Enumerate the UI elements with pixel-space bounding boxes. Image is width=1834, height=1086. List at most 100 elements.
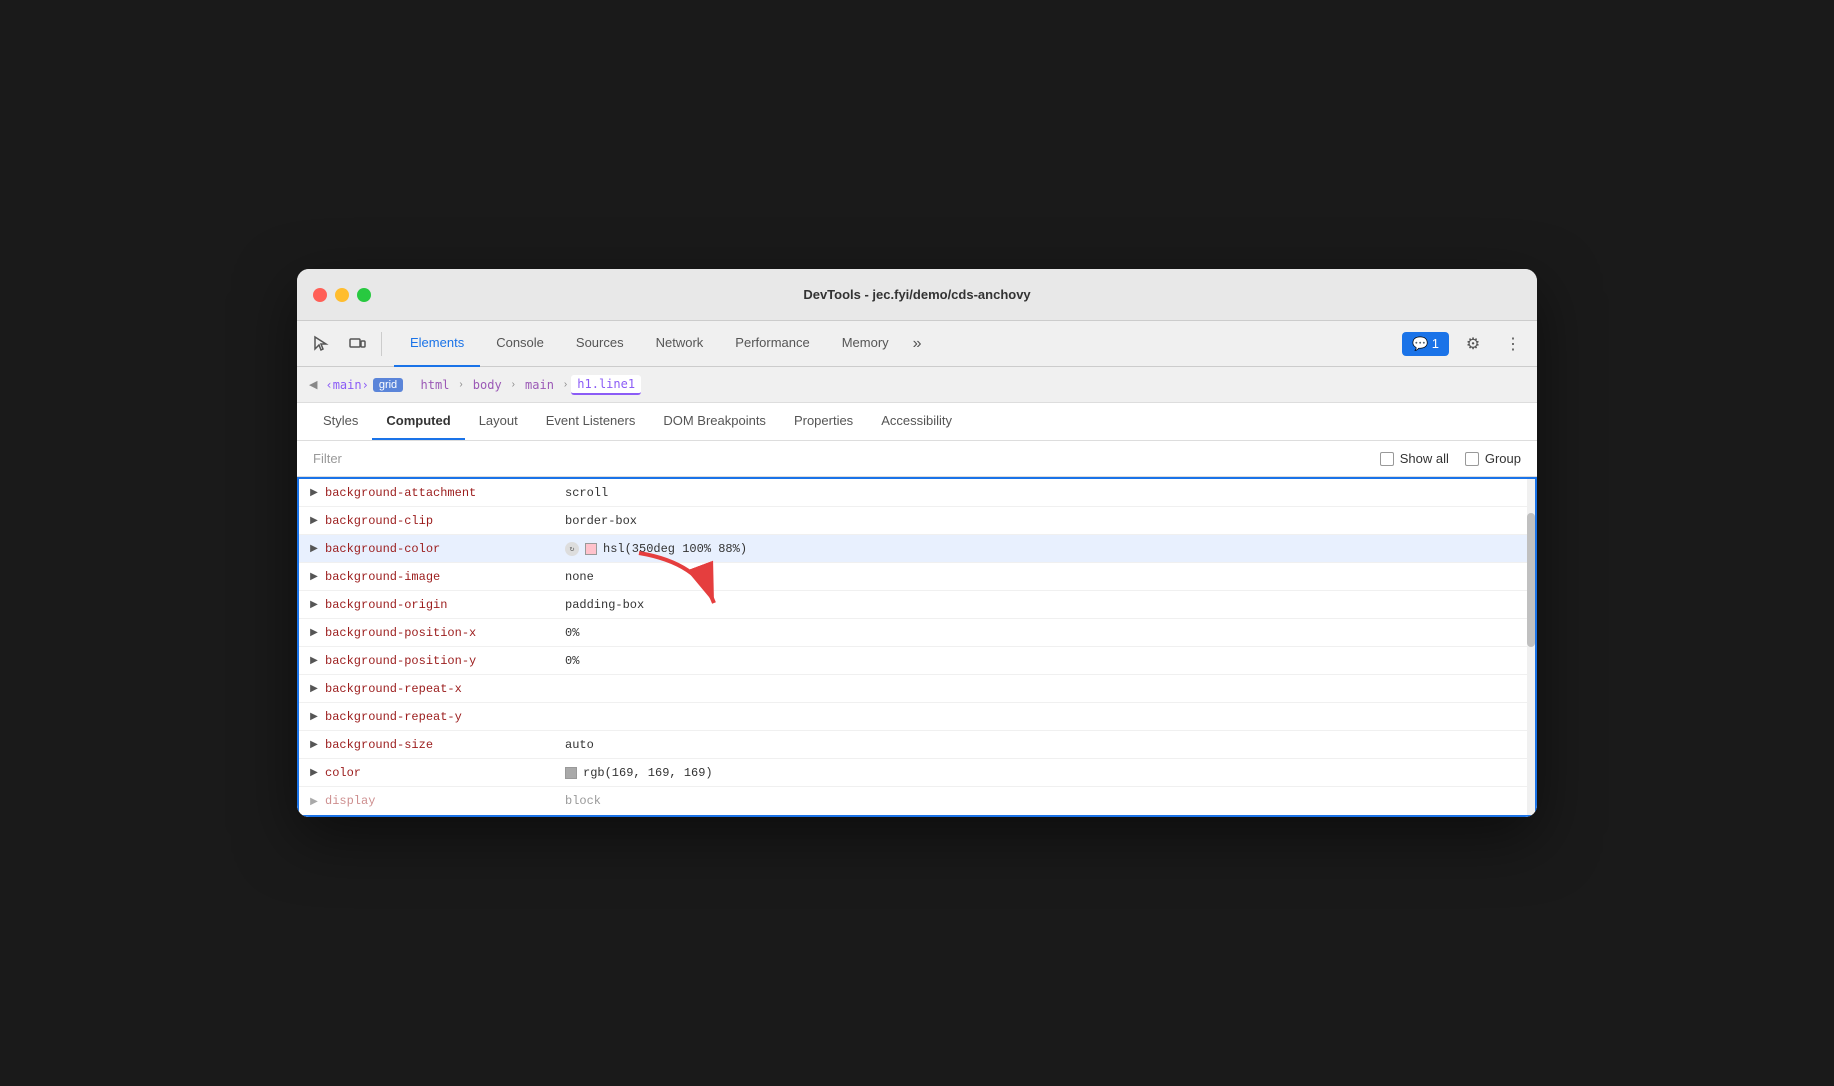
prop-value: ↻ hsl(350deg 100% 88%) [565,542,747,556]
property-row-background-size[interactable]: ▶ background-size auto [299,731,1535,759]
breadcrumb-sep-3: › [564,379,567,390]
breadcrumb-html[interactable]: html [415,376,456,394]
prop-name: background-origin [325,598,565,612]
property-row-display[interactable]: ▶ display block [299,787,1535,815]
property-row-background-repeat-y[interactable]: ▶ background-repeat-y [299,703,1535,731]
window-title: DevTools - jec.fyi/demo/cds-anchovy [803,287,1030,302]
prop-name: background-position-y [325,654,565,668]
tab-console[interactable]: Console [480,321,560,367]
filter-bar: Show all Group [297,441,1537,477]
property-row-background-position-x[interactable]: ▶ background-position-x 0% [299,619,1535,647]
sub-tabs: Styles Computed Layout Event Listeners D… [297,403,1537,441]
prop-name: background-repeat-x [325,682,565,696]
property-row-background-position-y[interactable]: ▶ background-position-y 0% [299,647,1535,675]
expand-icon[interactable]: ▶ [307,794,321,808]
breadcrumb-body[interactable]: body [467,376,508,394]
prop-name: background-color [325,542,565,556]
expand-icon[interactable]: ▶ [307,738,321,752]
toolbar-right: 💬 1 ⚙ ⋮ [1402,328,1529,360]
sub-tab-event-listeners[interactable]: Event Listeners [532,403,650,440]
prop-value: border-box [565,514,637,528]
toolbar-icons [305,328,386,360]
cursor-icon [312,335,330,353]
computed-icon: ↻ [565,542,579,556]
property-row-background-clip[interactable]: ▶ background-clip border-box [299,507,1535,535]
sub-tab-accessibility[interactable]: Accessibility [867,403,966,440]
show-all-checkbox[interactable] [1380,452,1394,466]
show-all-option[interactable]: Show all [1380,451,1449,466]
property-row-background-origin[interactable]: ▶ background-origin padding-box [299,591,1535,619]
filter-options: Show all Group [1380,451,1521,466]
expand-icon[interactable]: ▶ [307,570,321,584]
device-icon [348,335,366,353]
breadcrumb-main[interactable]: main [519,376,560,394]
traffic-lights [313,288,371,302]
toolbar: Elements Console Sources Network Perform… [297,321,1537,367]
prop-name: background-position-x [325,626,565,640]
breadcrumb-arrow-left: ◀ [309,378,317,391]
prop-name: color [325,766,565,780]
prop-name: background-size [325,738,565,752]
tab-memory[interactable]: Memory [826,321,905,367]
prop-value: padding-box [565,598,644,612]
sub-tab-styles[interactable]: Styles [309,403,372,440]
color-swatch[interactable] [585,543,597,555]
expand-icon[interactable]: ▶ [307,626,321,640]
prop-name: background-image [325,570,565,584]
scrollbar[interactable] [1527,479,1535,815]
breadcrumb-sep-1: › [459,379,462,390]
expand-icon[interactable]: ▶ [307,654,321,668]
properties-panel: ▶ background-attachment scroll ▶ backgro… [297,477,1537,817]
prop-value: none [565,570,594,584]
breadcrumb-h1[interactable]: h1.line1 [571,375,641,395]
prop-name: background-repeat-y [325,710,565,724]
properties-wrapper: ▶ background-attachment scroll ▶ backgro… [297,477,1537,817]
cursor-icon-btn[interactable] [305,328,337,360]
settings-button[interactable]: ⚙ [1457,328,1489,360]
tab-elements[interactable]: Elements [394,321,480,367]
prop-value: 0% [565,654,579,668]
property-row-background-color[interactable]: ▶ background-color ↻ hsl(350deg 100% 88%… [299,535,1535,563]
devtools-window: DevTools - jec.fyi/demo/cds-anchovy Elem… [297,269,1537,817]
prop-name: display [325,794,565,808]
prop-value: auto [565,738,594,752]
group-option[interactable]: Group [1465,451,1521,466]
property-row-background-attachment[interactable]: ▶ background-attachment scroll [299,479,1535,507]
filter-input[interactable] [313,451,1380,466]
group-checkbox[interactable] [1465,452,1479,466]
expand-icon[interactable]: ▶ [307,766,321,780]
expand-icon[interactable]: ▶ [307,710,321,724]
prop-value: rgb(169, 169, 169) [565,766,713,780]
sub-tab-computed[interactable]: Computed [372,403,464,440]
close-button[interactable] [313,288,327,302]
sub-tab-dom-breakpoints[interactable]: DOM Breakpoints [649,403,780,440]
tab-performance[interactable]: Performance [719,321,825,367]
expand-icon[interactable]: ▶ [307,682,321,696]
expand-icon[interactable]: ▶ [307,542,321,556]
property-row-background-repeat-x[interactable]: ▶ background-repeat-x [299,675,1535,703]
expand-icon[interactable]: ▶ [307,486,321,500]
toolbar-separator [381,332,382,356]
main-tabs: Elements Console Sources Network Perform… [394,321,1402,367]
more-options-button[interactable]: ⋮ [1497,328,1529,360]
chat-badge[interactable]: 💬 1 [1402,332,1449,356]
expand-icon[interactable]: ▶ [307,514,321,528]
title-bar: DevTools - jec.fyi/demo/cds-anchovy [297,269,1537,321]
sub-tab-layout[interactable]: Layout [465,403,532,440]
expand-icon[interactable]: ▶ [307,598,321,612]
tab-network[interactable]: Network [640,321,720,367]
minimize-button[interactable] [335,288,349,302]
breadcrumb-sep-2: › [512,379,515,390]
maximize-button[interactable] [357,288,371,302]
device-icon-btn[interactable] [341,328,373,360]
prop-value: 0% [565,626,579,640]
property-row-color[interactable]: ▶ color rgb(169, 169, 169) [299,759,1535,787]
prop-value: block [565,794,601,808]
property-row-background-image[interactable]: ▶ background-image none [299,563,1535,591]
tab-sources[interactable]: Sources [560,321,640,367]
color-swatch-gray[interactable] [565,767,577,779]
breadcrumb-bar: ◀ ‹main› grid html › body › main › h1.li… [297,367,1537,403]
sub-tab-properties[interactable]: Properties [780,403,867,440]
scrollbar-thumb[interactable] [1527,513,1535,647]
tab-more-btn[interactable]: » [905,331,930,357]
